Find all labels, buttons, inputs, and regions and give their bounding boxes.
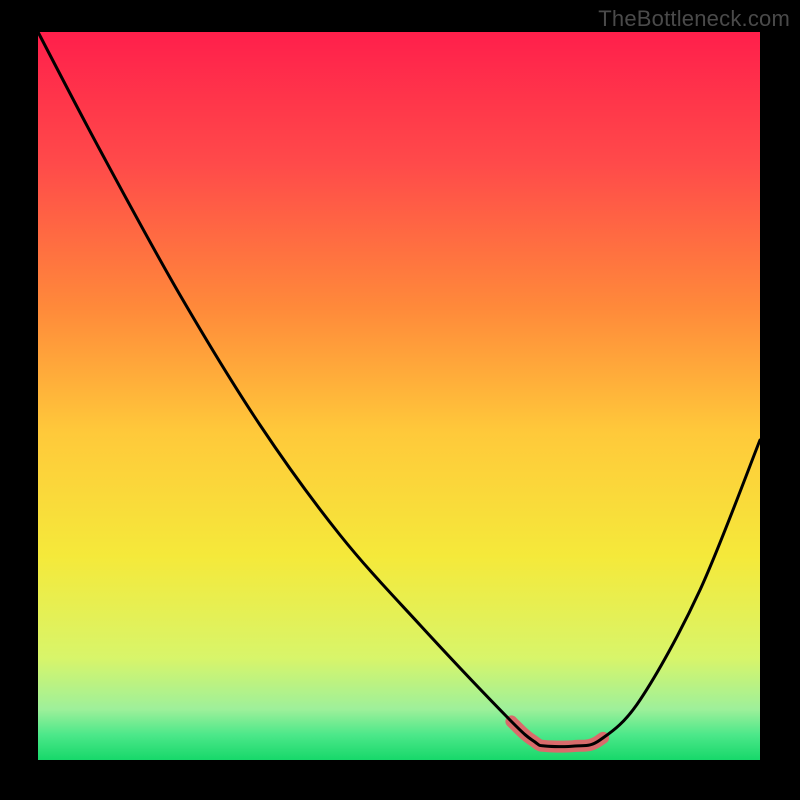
bottleneck-chart xyxy=(0,0,800,800)
chart-stage: TheBottleneck.com xyxy=(0,0,800,800)
watermark-text: TheBottleneck.com xyxy=(598,6,790,32)
plot-background xyxy=(38,32,760,760)
